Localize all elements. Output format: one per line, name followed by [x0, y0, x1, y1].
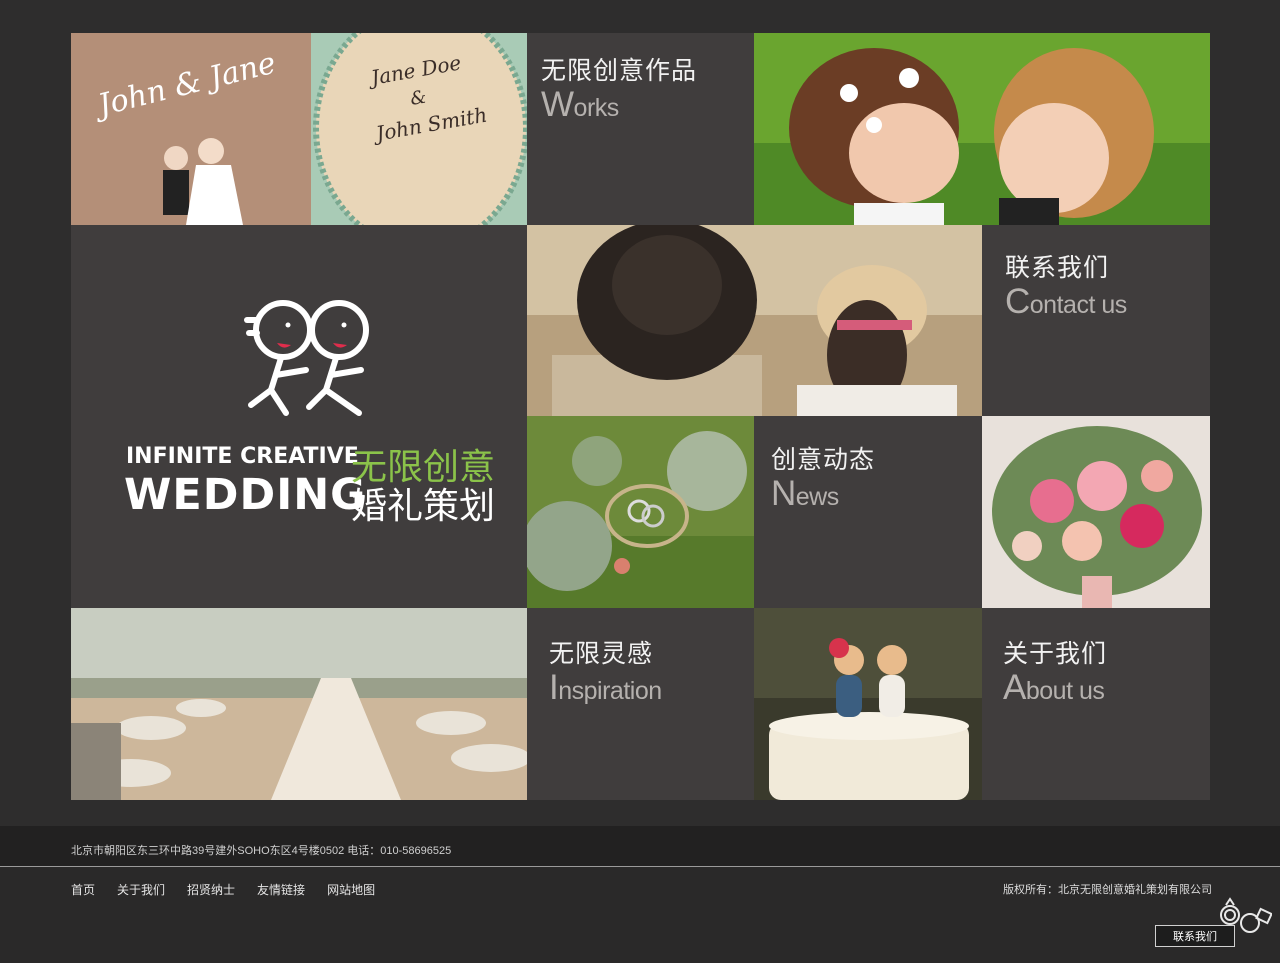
news-label-cn: 创意动态: [771, 445, 876, 474]
tile-grid: John & Jane Jane Doe & John Smith 无限创意作品…: [71, 33, 1210, 800]
tile-inspiration[interactable]: 无限灵感 Inspiration: [527, 608, 754, 800]
hat-couple-photo[interactable]: [527, 225, 982, 416]
logo-cn-line2: 婚礼策划: [351, 486, 496, 527]
contact-label-cn: 联系我们: [1005, 253, 1110, 282]
bouquet-photo[interactable]: [982, 416, 1210, 608]
reception-image: [71, 608, 527, 800]
contact-us-button[interactable]: 联系我们: [1155, 925, 1235, 947]
news-label-en: News: [771, 474, 839, 513]
about-label-en: About us: [1003, 668, 1105, 707]
contact-label-en: Contact us: [1005, 282, 1127, 321]
logo-en-line2: WEDDING: [124, 470, 367, 520]
footer-link-about[interactable]: 关于我们: [117, 881, 165, 898]
footer-nav: 首页 关于我们 招贤纳士 友情链接 网站地图: [71, 881, 375, 898]
footer-address: 北京市朝阳区东三环中路39号建外SOHO东区4号楼0502 电话：010-586…: [71, 845, 452, 857]
succulent-rings-photo[interactable]: [527, 416, 754, 608]
works-label-cn: 无限创意作品: [541, 56, 698, 85]
inspiration-label-en: Inspiration: [549, 668, 662, 707]
inspiration-label-cn: 无限灵感: [549, 639, 654, 668]
footer-copyright: 版权所有：北京无限创意婚礼策划有限公司: [1003, 884, 1212, 896]
tile-works[interactable]: 无限创意作品 Works: [527, 33, 754, 225]
succulent-image: [527, 416, 754, 608]
kids-kiss-photo[interactable]: [754, 33, 1210, 225]
works-label-en: Works: [541, 85, 619, 124]
about-label-cn: 关于我们: [1003, 639, 1108, 668]
tile-news[interactable]: 创意动态 News: [754, 416, 982, 608]
tile-about[interactable]: 关于我们 About us: [982, 608, 1210, 800]
hat-couple-image: [527, 225, 982, 416]
cake-toppers-photo[interactable]: [754, 608, 982, 800]
logo-tile[interactable]: INFINITE CREATIVE WEDDING 无限创意 婚礼策划: [71, 225, 527, 608]
bouquet-image: [982, 416, 1210, 608]
invitation-photo[interactable]: John & Jane Jane Doe & John Smith: [71, 33, 527, 225]
footer-link-friends[interactable]: 友情链接: [257, 881, 305, 898]
invitation-image: John & Jane Jane Doe & John Smith: [71, 33, 527, 225]
kids-image: [754, 33, 1210, 225]
footer-link-careers[interactable]: 招贤纳士: [187, 881, 235, 898]
footer-link-sitemap[interactable]: 网站地图: [327, 881, 375, 898]
logo-en-line1: INFINITE CREATIVE: [126, 444, 359, 469]
tile-contact[interactable]: 联系我们 Contact us: [982, 225, 1210, 416]
cake-image: [754, 608, 982, 800]
couple-logo-icon: [244, 300, 369, 416]
reception-photo[interactable]: [71, 608, 527, 800]
footer-link-home[interactable]: 首页: [71, 881, 95, 898]
